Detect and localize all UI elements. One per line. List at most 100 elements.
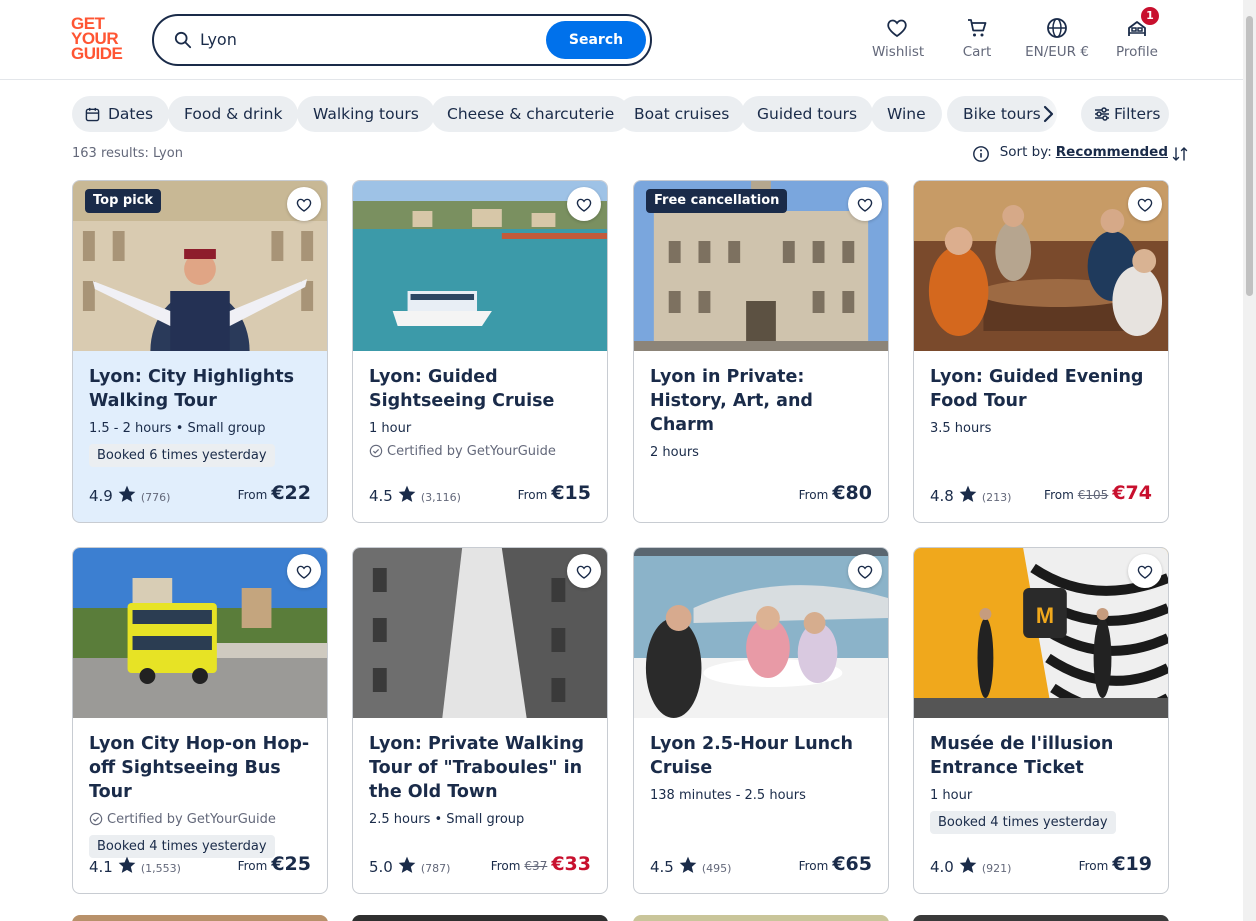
booked-badge: Booked 6 times yesterday [89,444,275,467]
star-icon [678,855,698,875]
card-price: From €19 [1078,853,1152,875]
card-title[interactable]: Lyon: Guided Sightseeing Cruise [369,365,591,413]
card-price: From €37 €33 [490,853,591,875]
card-price: From €22 [237,482,311,504]
card-price: From €105 €74 [1044,482,1152,504]
heart-icon [1136,196,1154,214]
next-card-peek [633,915,889,921]
chevron-right-icon[interactable] [1036,102,1060,126]
heart-icon [575,563,593,581]
heart-icon [295,563,313,581]
star-icon [397,484,417,504]
activity-card[interactable]: Lyon 2.5-Hour Lunch Cruise 138 minutes -… [633,547,889,894]
heart-icon [575,196,593,214]
heart-icon [295,196,313,214]
wishlist-button[interactable] [567,554,601,588]
next-card-peek [352,915,608,921]
activity-card[interactable]: Lyon City Hop-on Hop-off Sightseeing Bus… [72,547,328,894]
card-rating: 4.5 (495) [650,855,731,876]
card-rating: 5.0 (787) [369,855,450,876]
sliders-icon [1095,107,1109,121]
sort-label: Sort by: [999,144,1052,160]
activity-card[interactable]: Lyon: Guided Sightseeing Cruise 1 hour C… [352,180,608,523]
card-rating: 4.5 (3,116) [369,484,461,505]
certified-check-icon [89,812,103,826]
card-rating: 4.8 (213) [930,484,1011,505]
sort-value[interactable]: Recommended [1056,144,1168,160]
card-title[interactable]: Lyon: City Highlights Walking Tour [89,365,311,413]
card-duration: 2.5 hours • Small group [369,812,525,827]
search-bar[interactable]: Lyon Search [152,14,652,66]
wishlist-button[interactable] [848,187,882,221]
calendar-icon [85,107,100,122]
notification-badge: 1 [1141,7,1159,25]
sort-arrows-icon[interactable] [1172,146,1188,162]
activity-card[interactable]: M Musée de l'illusion Entrance Ticket 1 … [913,547,1169,894]
wishlist-button[interactable] [287,554,321,588]
nav-cart[interactable]: Cart [957,16,997,60]
activity-card[interactable]: Free cancellation Lyon in Private: Histo… [633,180,889,523]
info-icon[interactable] [972,145,990,163]
chip-dates[interactable]: Dates [72,96,170,132]
free-cancellation-badge: Free cancellation [646,189,788,213]
card-rating: 4.0 (921) [930,855,1011,876]
card-price: From €65 [798,853,872,875]
activity-card[interactable]: Top pick Lyon: City Highlights Walking T… [72,180,328,523]
nav-profile[interactable]: 1 Profile [1116,7,1159,60]
scrollbar-thumb[interactable] [1246,16,1253,296]
heart-icon [856,196,874,214]
certified-check-icon [369,444,383,458]
card-title[interactable]: Lyon in Private: History, Art, and Charm [650,365,872,437]
certified-label: Certified by GetYourGuide [369,444,591,459]
search-icon [174,31,192,49]
heart-icon [856,563,874,581]
chip-guided-tours[interactable]: Guided tours [741,96,874,132]
page-scrollbar[interactable] [1243,0,1256,921]
star-icon [117,484,137,504]
activity-card[interactable]: Lyon: Private Walking Tour of "Traboules… [352,547,608,894]
chip-boat-cruises[interactable]: Boat cruises [618,96,746,132]
wishlist-button[interactable] [1128,554,1162,588]
svg-text:M: M [1036,603,1054,628]
card-duration: 1 hour [930,788,973,803]
chip-wine[interactable]: Wine [871,96,942,132]
card-price: From €25 [237,853,311,875]
nav-wishlist[interactable]: Wishlist [872,16,924,60]
card-title[interactable]: Musée de l'illusion Entrance Ticket [930,732,1152,780]
wishlist-button[interactable] [287,187,321,221]
booked-badge: Booked 4 times yesterday [930,811,1116,834]
card-title[interactable]: Lyon: Guided Evening Food Tour [930,365,1152,413]
chip-cheese-charcuterie[interactable]: Cheese & charcuterie [431,96,631,132]
card-title[interactable]: Lyon 2.5-Hour Lunch Cruise [650,732,872,780]
search-input[interactable]: Lyon [200,30,237,49]
next-card-peek [913,915,1169,921]
chip-food-drink[interactable]: Food & drink [168,96,299,132]
card-price: From €15 [517,482,591,504]
card-title[interactable]: Lyon City Hop-on Hop-off Sightseeing Bus… [89,732,311,804]
chip-walking-tours[interactable]: Walking tours [297,96,435,132]
search-button[interactable]: Search [546,21,646,59]
getyourguide-logo[interactable]: GET YOUR GUIDE [71,15,131,62]
star-icon [958,855,978,875]
filters-button[interactable]: Filters [1081,96,1169,132]
star-icon [117,855,137,875]
card-title[interactable]: Lyon: Private Walking Tour of "Traboules… [369,732,591,804]
card-duration: 1.5 - 2 hours • Small group [89,421,266,436]
card-duration: 1 hour [369,421,412,436]
site-header: GET YOUR GUIDE Lyon Search Wishlist Cart… [0,0,1243,80]
card-rating: 4.9 (776) [89,484,170,505]
activity-card[interactable]: Lyon: Guided Evening Food Tour 3.5 hours… [913,180,1169,523]
wishlist-button[interactable] [1128,187,1162,221]
nav-language-currency[interactable]: EN/EUR € [1024,16,1090,60]
card-duration: 3.5 hours [930,421,992,436]
sort-control[interactable]: Sort by: Recommended [972,144,1188,162]
star-icon [958,484,978,504]
card-duration: 138 minutes - 2.5 hours [650,788,806,803]
cart-icon [968,19,987,37]
wishlist-button[interactable] [567,187,601,221]
next-card-peek [72,915,328,921]
top-pick-badge: Top pick [85,189,162,213]
star-icon [397,855,417,875]
wishlist-button[interactable] [848,554,882,588]
heart-icon [1136,563,1154,581]
